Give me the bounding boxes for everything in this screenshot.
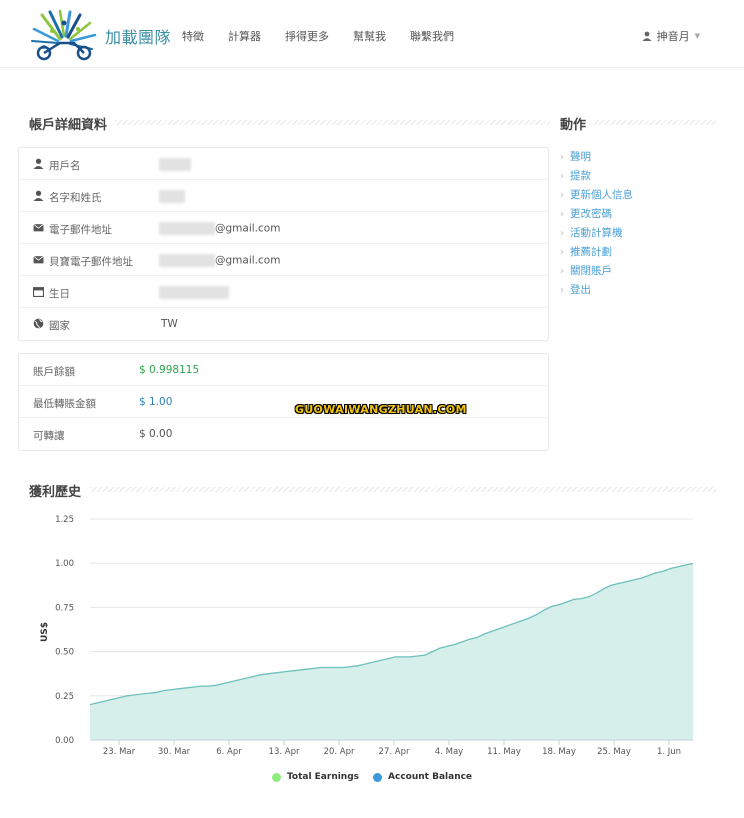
y-tick-label: 0.50: [55, 648, 74, 658]
row-birthday: 生日: [19, 276, 548, 308]
x-tick-label: 1. Jun: [657, 747, 681, 757]
envelope-icon: [33, 255, 44, 264]
action-change-password[interactable]: › 更改密碼: [560, 205, 633, 224]
nav-calculator[interactable]: 計算器: [228, 28, 261, 44]
x-tick-label: 4. May: [435, 747, 463, 757]
section-divider: [592, 120, 716, 125]
y-tick-label: 0.75: [55, 603, 74, 613]
x-tick-label: 27. Apr: [379, 747, 410, 757]
action-statement[interactable]: › 聲明: [560, 148, 633, 167]
legend-account-balance[interactable]: Account Balance: [373, 772, 472, 782]
user-icon: [33, 190, 44, 201]
user-icon: [642, 31, 652, 41]
action-logout[interactable]: › 登出: [560, 281, 633, 300]
nav-help[interactable]: 幫幫我: [353, 28, 386, 44]
birthday-value: [159, 286, 229, 299]
fullname-label: 名字和姓氏: [49, 192, 102, 204]
user-menu[interactable]: 抻音月 ▼: [642, 28, 700, 44]
paypal-email-label: 貝寶電子郵件地址: [49, 256, 133, 268]
x-tick-label: 6. Apr: [216, 747, 242, 757]
legend-label: Total Earnings: [286, 772, 360, 782]
y-tick-label: 1.00: [55, 559, 74, 569]
user-name: 抻音月: [656, 30, 690, 43]
calendar-icon: [33, 287, 44, 297]
chevron-right-icon: ›: [560, 228, 564, 239]
globe-icon: [33, 318, 44, 329]
row-username: 用戶名: [19, 148, 548, 180]
account-balance-label: 賬戶餘額: [33, 366, 75, 378]
legend-dot: [271, 772, 281, 782]
row-min-transfer: 最低轉賬金額 $ 1.00: [19, 386, 548, 418]
transferable-value: $ 0.00: [139, 428, 173, 440]
x-tick-label: 30. Mar: [158, 747, 191, 757]
section-divider: [90, 487, 716, 492]
earnings-chart: 0.00 0.25 0.50 0.75 1.00 1.25 23. Mar 30. Mar 6…: [40, 515, 694, 757]
nav-features[interactable]: 特徵: [182, 28, 204, 44]
chart-legend: Total Earnings Account Balance: [0, 772, 744, 782]
legend-total-earnings[interactable]: Total Earnings: [271, 772, 360, 782]
x-tick-label: 11. May: [487, 747, 521, 757]
x-tick-label: 23. Mar: [103, 747, 136, 757]
actions-title: 動作: [560, 114, 595, 133]
chevron-right-icon: ›: [560, 152, 564, 163]
transferable-label: 可轉讓: [33, 430, 65, 442]
x-tick-label: 25. May: [597, 747, 631, 757]
chevron-right-icon: ›: [560, 247, 564, 258]
email-value: @gmail.com: [159, 222, 280, 235]
legend-label: Account Balance: [388, 772, 473, 782]
row-account-balance: 賬戶餘額 $ 0.998115: [19, 354, 548, 386]
nav-earn-more[interactable]: 掙得更多: [285, 28, 329, 44]
chevron-right-icon: ›: [560, 266, 564, 277]
account-details-title: 帳戶詳細資料: [29, 114, 116, 133]
section-divider: [110, 120, 550, 125]
y-tick-label: 0.00: [55, 736, 74, 746]
x-tick-label: 13. Apr: [269, 747, 300, 757]
min-transfer-value: $ 1.00: [139, 396, 173, 408]
chevron-right-icon: ›: [560, 285, 564, 296]
row-fullname: 名字和姓氏: [19, 180, 548, 212]
x-tick-label: 18. May: [542, 747, 576, 757]
chevron-right-icon: ›: [560, 171, 564, 182]
fullname-value: [159, 190, 185, 203]
y-tick-label: 1.25: [55, 515, 74, 525]
user-icon: [33, 158, 44, 169]
action-close-account[interactable]: › 關閉賬戶: [560, 262, 633, 281]
top-header: 加載團隊 特徵 計算器 掙得更多 幫幫我 聯繫我們 抻音月 ▼: [0, 0, 744, 68]
paypal-email-value: @gmail.com: [159, 254, 280, 267]
legend-dot: [373, 772, 383, 782]
row-paypal-email: 貝寶電子郵件地址 @gmail.com: [19, 244, 548, 276]
chevron-right-icon: ›: [560, 209, 564, 220]
chevron-right-icon: ›: [560, 190, 564, 201]
x-tick-label: 20. Apr: [324, 747, 355, 757]
y-tick-label: 0.25: [55, 692, 74, 702]
earnings-history-title: 獲利歷史: [29, 481, 90, 500]
birthday-label: 生日: [49, 288, 70, 300]
action-update-profile[interactable]: › 更新個人信息: [560, 186, 633, 205]
username-label: 用戶名: [49, 160, 81, 172]
country-label: 國家: [49, 320, 70, 332]
min-transfer-label: 最低轉賬金額: [33, 398, 96, 410]
row-country: 國家 TW: [19, 308, 548, 340]
nav-contact[interactable]: 聯繫我們: [410, 28, 454, 44]
account-balance-value: $ 0.998115: [139, 364, 200, 376]
action-referral[interactable]: › 推薦計劃: [560, 243, 633, 262]
action-activity-calculator[interactable]: › 活動計算機: [560, 224, 633, 243]
chevron-down-icon: ▼: [694, 32, 700, 40]
envelope-icon: [33, 223, 44, 232]
y-axis-label: US$: [40, 622, 50, 642]
row-email: 電子郵件地址 @gmail.com: [19, 212, 548, 244]
watermark-text: GUOWAIWANGZHUAN.COM: [295, 403, 467, 416]
country-value: TW: [161, 318, 178, 330]
row-transferable: 可轉讓 $ 0.00: [19, 418, 548, 450]
email-label: 電子郵件地址: [49, 224, 112, 236]
account-details-panel: 用戶名 名字和姓氏 電子郵件地址 @gmail.com 貝寶電子郵件地址 @gm…: [18, 147, 549, 341]
actions-list: › 聲明 › 提款 › 更新個人信息 › 更改密碼 › 活動計算機 › 推薦計劃 › 關閉賬戶…: [560, 148, 633, 300]
action-withdraw[interactable]: › 提款: [560, 167, 633, 186]
balance-panel: 賬戶餘額 $ 0.998115 最低轉賬金額 $ 1.00 可轉讓 $ 0.00: [18, 353, 549, 451]
username-value: [159, 158, 191, 171]
brand-name[interactable]: 加載團隊: [105, 24, 171, 48]
logo[interactable]: [30, 9, 98, 61]
main-nav: 特徵 計算器 掙得更多 幫幫我 聯繫我們: [182, 28, 478, 44]
